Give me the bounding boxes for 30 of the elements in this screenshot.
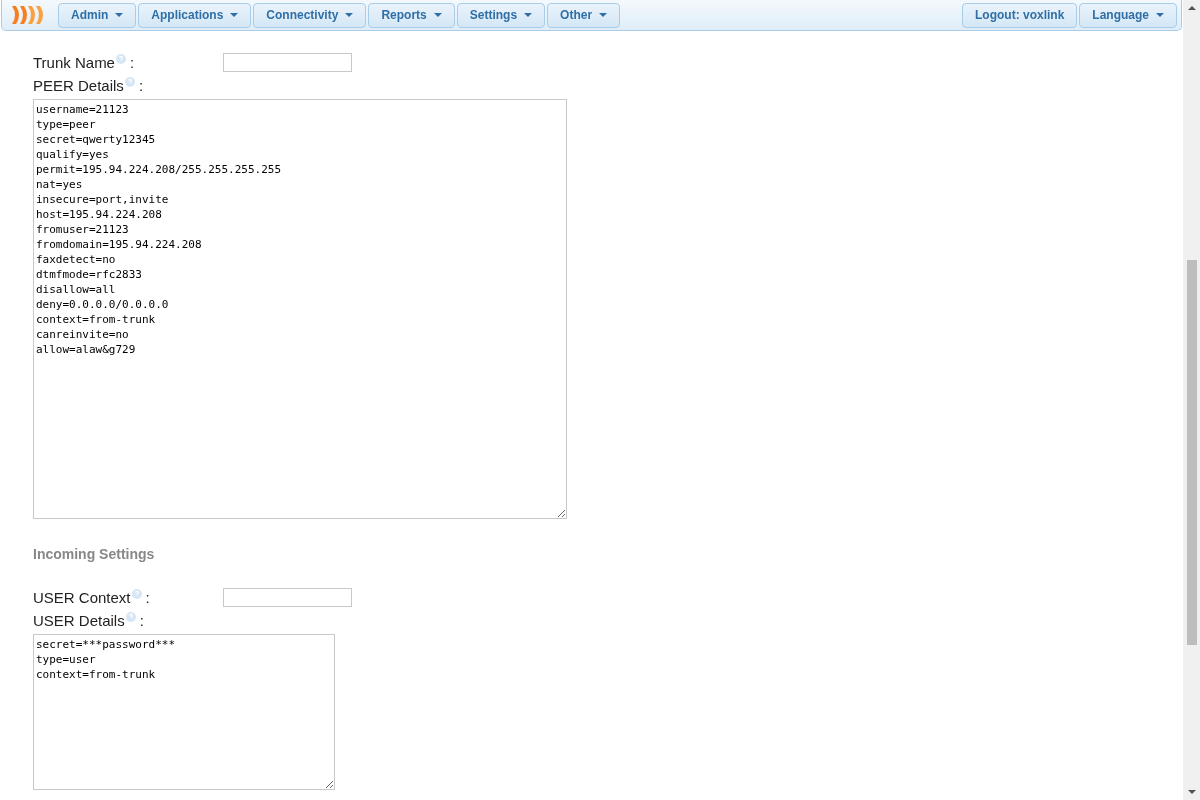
help-icon[interactable] <box>124 77 135 87</box>
peer-details-textarea[interactable]: username=21123 type=peer secret=qwerty12345 qualify=yes permit=195.94.224.208/255.255.255.255 nat=yes insecure=port,invite host=195.94.224.208 fromuser=21123 fromdomain=195.94.224.208 faxdetect=no dtmfmode=rfc2833 disallow=all deny=0.0.0.0/0.0.0.0 context=from-trunk canreinvite=no allow=alaw&g729 <box>33 99 567 519</box>
scroll-down-icon[interactable] <box>1187 790 1196 794</box>
menu-button[interactable]: Language <box>1079 2 1177 28</box>
user-details-textarea[interactable]: secret=***password*** type=user context=from-trunk <box>33 634 335 790</box>
field-label: PEER Details <box>33 76 124 96</box>
colon: : <box>139 611 144 631</box>
help-icon[interactable] <box>131 589 142 599</box>
field-label: USER Details <box>33 611 125 631</box>
user-context-input[interactable] <box>223 588 352 607</box>
trunk-name-input[interactable] <box>223 53 352 72</box>
menu-button[interactable]: Other <box>547 2 621 28</box>
colon: : <box>145 588 150 608</box>
menu-button[interactable]: Logout: voxlink <box>962 2 1078 28</box>
field-label: USER Context <box>33 588 131 608</box>
menu-button[interactable]: Reports <box>368 2 455 28</box>
menu-button[interactable]: Applications <box>138 2 252 28</box>
help-icon[interactable] <box>115 54 126 64</box>
logo-icon[interactable] <box>10 4 46 26</box>
menu-button[interactable]: Settings <box>456 2 546 28</box>
section-heading: Incoming Settings <box>33 545 156 564</box>
colon: : <box>129 53 135 73</box>
menu-button[interactable]: Admin <box>58 2 137 28</box>
menu-button[interactable]: Connectivity <box>253 2 367 28</box>
scrollbar[interactable] <box>1183 0 1200 800</box>
field-label: Trunk Name <box>33 53 115 73</box>
help-icon[interactable] <box>125 612 136 622</box>
scrollbar-thumb[interactable] <box>1186 260 1197 645</box>
colon: : <box>138 76 144 96</box>
scroll-up-icon[interactable] <box>1187 6 1196 10</box>
